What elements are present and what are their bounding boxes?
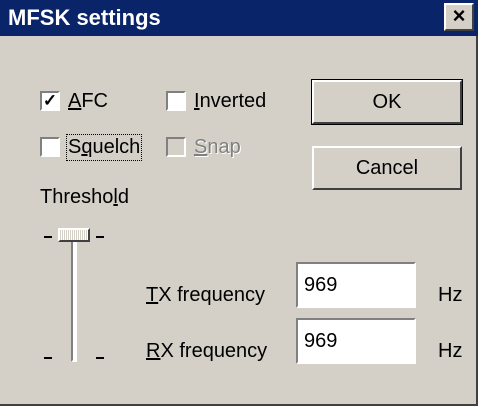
slider-tick-bottom-right bbox=[96, 357, 104, 359]
title-bar[interactable]: MFSK settings × bbox=[0, 0, 478, 36]
snap-check-box bbox=[166, 137, 186, 157]
afc-checkbox[interactable]: ✓ AFC bbox=[40, 86, 108, 116]
tx-frequency-input[interactable] bbox=[296, 262, 416, 308]
ok-button-label: OK bbox=[372, 90, 402, 113]
mfsk-settings-dialog: MFSK settings × ✓ AFC Inverted Squelch S… bbox=[0, 0, 478, 406]
slider-tick-top-right bbox=[96, 236, 104, 238]
cancel-button-label: Cancel bbox=[355, 156, 419, 179]
slider-tick-bottom-left bbox=[44, 357, 52, 359]
cancel-button[interactable]: Cancel bbox=[312, 146, 462, 190]
snap-label: Snap bbox=[194, 135, 241, 158]
ok-button[interactable]: OK bbox=[311, 79, 463, 125]
tx-frequency-label: TX frequency bbox=[146, 284, 265, 306]
check-icon: ✓ bbox=[42, 91, 58, 110]
afc-label: AFC bbox=[68, 89, 109, 112]
threshold-label: Threshold bbox=[40, 186, 129, 208]
afc-check-box[interactable]: ✓ bbox=[40, 91, 60, 111]
rx-frequency-label: RX frequency bbox=[146, 340, 268, 362]
inverted-checkbox[interactable]: Inverted bbox=[166, 86, 266, 116]
snap-checkbox: Snap bbox=[166, 132, 241, 162]
inverted-check-box[interactable] bbox=[166, 91, 186, 111]
rx-frequency-input[interactable] bbox=[296, 318, 416, 364]
close-button[interactable]: × bbox=[444, 3, 474, 31]
inverted-label: Inverted bbox=[194, 89, 267, 112]
slider-thumb[interactable] bbox=[58, 228, 90, 242]
squelch-label: Squelch bbox=[65, 133, 143, 161]
close-icon: × bbox=[452, 3, 466, 28]
slider-tick-top-left bbox=[44, 236, 52, 238]
squelch-checkbox[interactable]: Squelch bbox=[40, 132, 143, 162]
squelch-check-box[interactable] bbox=[40, 137, 60, 157]
slider-track[interactable] bbox=[71, 240, 77, 362]
window-title: MFSK settings bbox=[8, 5, 161, 30]
rx-unit: Hz bbox=[438, 340, 463, 362]
tx-unit: Hz bbox=[438, 284, 463, 306]
